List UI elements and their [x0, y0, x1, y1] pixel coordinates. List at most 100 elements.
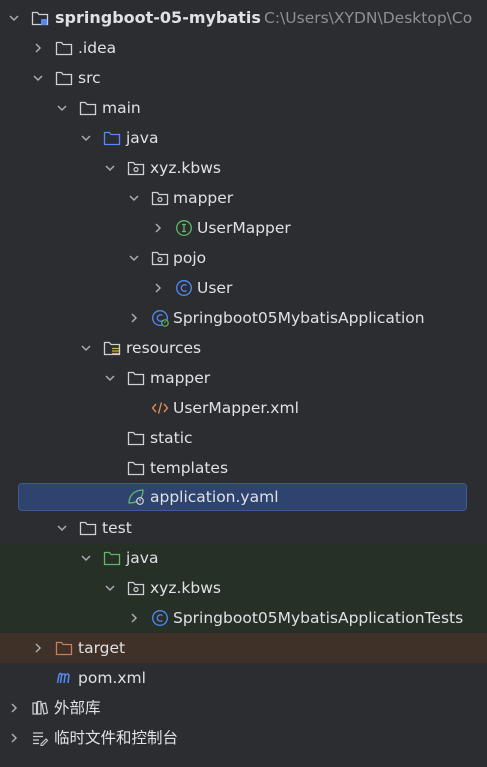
excluded-folder-icon [55, 639, 73, 657]
module-icon [31, 9, 49, 27]
package-label: pojo [173, 249, 207, 267]
file-label: application.yaml [150, 488, 279, 506]
folder-icon [127, 429, 145, 447]
project-name: springboot-05-mybatis [55, 8, 261, 27]
chevron-right-icon[interactable] [7, 701, 21, 715]
chevron-down-icon[interactable] [103, 371, 117, 385]
tree-row-resources[interactable]: resources [0, 333, 487, 363]
test-folder-icon [103, 549, 121, 567]
tree-row-usermapper[interactable]: UserMapper [0, 213, 487, 243]
resources-folder-icon [103, 339, 121, 357]
chevron-right-icon[interactable] [7, 731, 21, 745]
chevron-down-icon[interactable] [31, 71, 45, 85]
chevron-down-icon[interactable] [127, 251, 141, 265]
chevron-right-icon[interactable] [31, 641, 45, 655]
chevron-down-icon[interactable] [127, 191, 141, 205]
package-icon [151, 249, 169, 267]
tree-row-usermapper-xml[interactable]: UserMapper.xml [0, 393, 487, 423]
class-label: Springboot05MybatisApplication [173, 309, 425, 327]
folder-label: test [102, 519, 132, 537]
chevron-down-icon[interactable] [7, 11, 21, 25]
tree-row-pojo-package[interactable]: pojo [0, 243, 487, 273]
chevron-down-icon[interactable] [55, 521, 69, 535]
tree-row-test[interactable]: test [0, 513, 487, 543]
folder-label: target [78, 639, 126, 657]
chevron-right-icon[interactable] [151, 281, 165, 295]
chevron-down-icon[interactable] [103, 161, 117, 175]
file-label: UserMapper.xml [173, 399, 299, 417]
tree-row-scratches[interactable]: 临时文件和控制台 [0, 723, 487, 753]
library-icon [31, 699, 49, 717]
package-icon [127, 159, 145, 177]
tree-row-test-package[interactable]: xyz.kbws [0, 573, 487, 603]
tree-row-resources-mapper[interactable]: mapper [0, 363, 487, 393]
package-label: xyz.kbws [150, 579, 221, 597]
folder-icon [79, 99, 97, 117]
tree-row-external-libraries[interactable]: 外部库 [0, 693, 487, 723]
test-root-background [0, 573, 487, 603]
xml-file-icon [151, 399, 169, 417]
tree-row-application-class[interactable]: Springboot05MybatisApplication [0, 303, 487, 333]
tree-row-templates[interactable]: templates [0, 453, 487, 483]
chevron-down-icon[interactable] [79, 341, 93, 355]
folder-label: main [102, 99, 141, 117]
package-icon [127, 579, 145, 597]
folder-label: static [150, 429, 193, 447]
chevron-down-icon[interactable] [55, 101, 69, 115]
spring-class-icon [151, 309, 169, 327]
folder-label: java [126, 129, 159, 147]
folder-label: src [78, 69, 101, 87]
folder-label: resources [126, 339, 202, 357]
file-label: pom.xml [78, 669, 146, 687]
package-label: xyz.kbws [150, 159, 221, 177]
folder-label: java [126, 549, 159, 567]
class-icon [175, 279, 193, 297]
chevron-down-icon[interactable] [79, 551, 93, 565]
interface-icon [175, 219, 193, 237]
folder-icon [127, 459, 145, 477]
tree-row-user[interactable]: User [0, 273, 487, 303]
interface-label: UserMapper [197, 219, 291, 237]
tree-row-application-tests[interactable]: Springboot05MybatisApplicationTests [0, 603, 487, 633]
tree-row-test-java[interactable]: java [0, 543, 487, 573]
class-label: Springboot05MybatisApplicationTests [173, 609, 464, 627]
tree-row-root[interactable]: springboot-05-mybatis C:\Users\XYDN\Desk… [0, 3, 487, 33]
folder-icon [55, 69, 73, 87]
test-root-background [0, 543, 487, 573]
maven-icon [55, 669, 73, 687]
excluded-background [0, 633, 487, 663]
tree-row-main[interactable]: main [0, 93, 487, 123]
tree-row-mapper-package[interactable]: mapper [0, 183, 487, 213]
tree-row-static[interactable]: static [0, 423, 487, 453]
tree-row-idea[interactable]: .idea [0, 33, 487, 63]
folder-label: .idea [78, 39, 117, 57]
chevron-right-icon[interactable] [31, 41, 45, 55]
scratches-icon [31, 729, 49, 747]
class-label: User [197, 279, 233, 297]
chevron-right-icon[interactable] [127, 611, 141, 625]
tree-row-package[interactable]: xyz.kbws [0, 153, 487, 183]
chevron-right-icon[interactable] [151, 221, 165, 235]
spring-yaml-icon [127, 488, 145, 506]
folder-icon [79, 519, 97, 537]
project-tree: springboot-05-mybatis C:\Users\XYDN\Desk… [0, 0, 487, 767]
tree-row-src[interactable]: src [0, 63, 487, 93]
package-icon [151, 189, 169, 207]
tree-row-pom[interactable]: pom.xml [0, 663, 487, 693]
tree-label: 临时文件和控制台 [54, 729, 179, 747]
class-icon [151, 609, 169, 627]
tree-row-application-yaml[interactable]: application.yaml [0, 482, 487, 512]
project-path: C:\Users\XYDN\Desktop\Co [264, 9, 473, 27]
chevron-right-icon[interactable] [127, 311, 141, 325]
tree-row-main-java[interactable]: java [0, 123, 487, 153]
package-label: mapper [173, 189, 234, 207]
folder-icon [127, 369, 145, 387]
tree-label: 外部库 [54, 699, 101, 717]
source-folder-icon [103, 129, 121, 147]
chevron-down-icon[interactable] [79, 131, 93, 145]
chevron-down-icon[interactable] [103, 581, 117, 595]
tree-row-target[interactable]: target [0, 633, 487, 663]
folder-icon [55, 39, 73, 57]
folder-label: templates [150, 459, 229, 477]
folder-label: mapper [150, 369, 211, 387]
